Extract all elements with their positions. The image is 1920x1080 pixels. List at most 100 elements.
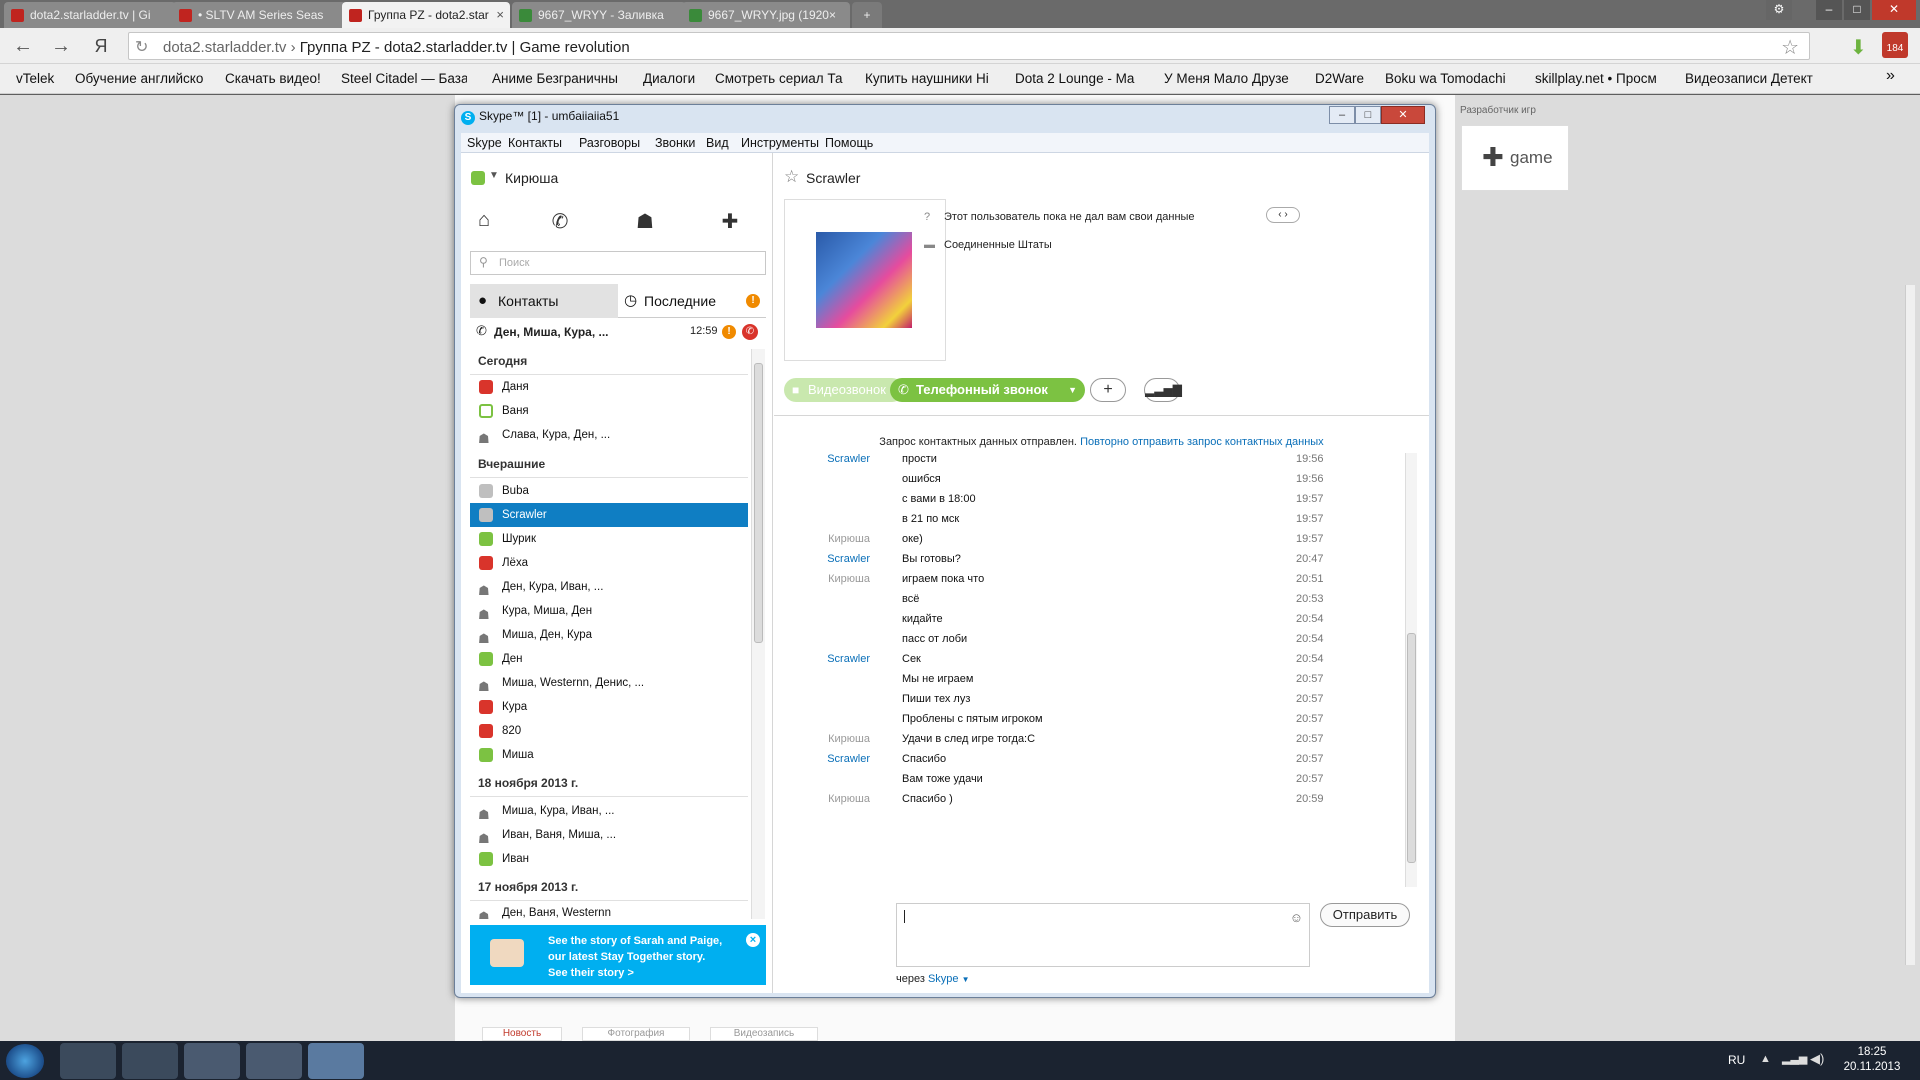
start-button[interactable] (6, 1044, 44, 1078)
scrollbar-thumb[interactable] (1407, 633, 1416, 863)
list-item[interactable]: ☗ Кура, Миша, Ден (470, 599, 748, 623)
favorite-star-icon[interactable]: ☆ (784, 167, 799, 187)
explorer-folder-icon[interactable] (60, 1043, 116, 1079)
bookmarks-overflow-icon[interactable]: » (1886, 67, 1906, 85)
skype-maximize-button[interactable]: □ (1355, 106, 1381, 124)
chevron-down-icon[interactable]: ▼ (962, 975, 970, 984)
bookmark-item[interactable]: Обучение английско (75, 71, 205, 86)
chat-scrollbar[interactable] (1405, 453, 1417, 887)
list-item[interactable]: ☗ Иван, Ваня, Миша, ... (470, 823, 748, 847)
profile-nav-arrows[interactable]: ‹ › (1266, 207, 1300, 223)
skype-taskbar-icon[interactable] (308, 1043, 364, 1079)
forward-arrow-icon[interactable]: → (48, 34, 74, 58)
close-window-button[interactable]: ✕ (1872, 0, 1916, 20)
bookmark-item[interactable]: Аниме Безграничны (492, 71, 620, 86)
message-sender[interactable]: Scrawler (774, 453, 870, 465)
home-icon[interactable]: ⌂ (469, 209, 499, 232)
page-tab-news[interactable]: Новость (482, 1027, 562, 1041)
add-contact-icon[interactable]: ✚ (715, 209, 745, 234)
message-sender[interactable]: Кирюша (774, 533, 870, 545)
system-clock[interactable]: 18:25 20.11.2013 (1840, 1045, 1904, 1075)
resend-request-link[interactable]: Повторно отправить запрос контактных дан… (1080, 436, 1324, 448)
chevron-down-icon[interactable]: ▼ (1068, 378, 1077, 402)
minimize-button[interactable]: – (1816, 0, 1842, 20)
list-item[interactable]: Ваня (470, 399, 748, 423)
message-sender[interactable]: Кирюша (774, 733, 870, 745)
my-profile-name[interactable]: Кирюша (505, 170, 558, 186)
scrollbar-thumb[interactable] (754, 363, 763, 643)
status-chevron-down-icon[interactable]: ▼ (489, 170, 499, 181)
bookmark-item[interactable]: Boku wa Tomodachi (1385, 71, 1513, 86)
bookmark-item[interactable]: Скачать видео! (225, 71, 330, 86)
bookmark-item[interactable]: Смотреть сериал Та (715, 71, 845, 86)
search-input[interactable]: ⚲ Поиск (470, 251, 766, 275)
tab-contacts[interactable]: ● Контакты (470, 284, 618, 318)
developer-card[interactable]: ✚ game (1461, 125, 1569, 191)
list-item[interactable]: Лёха (470, 551, 748, 575)
active-call-row[interactable]: ✆ Ден, Миша, Кура, ... 12:59 ! ✆ (470, 318, 766, 346)
browser-tab[interactable]: 9667_WRYY - Заливка (512, 2, 686, 28)
settings-gear-icon[interactable]: ⚙ (1766, 0, 1792, 20)
list-item[interactable]: Ден (470, 647, 748, 671)
bookmark-item[interactable]: Видеозаписи Детект (1685, 71, 1817, 86)
list-item[interactable]: Buba (470, 479, 748, 503)
list-item[interactable]: ☗ Ден, Кура, Иван, ... (470, 575, 748, 599)
phone-icon[interactable]: ✆ (545, 209, 575, 234)
phone-call-button[interactable]: ✆ Телефонный звонок ▼ (890, 378, 1085, 402)
bookmark-item[interactable]: skillplay.net • Просм (1535, 71, 1665, 86)
reload-icon[interactable]: ↻ (135, 37, 148, 57)
bookmark-item[interactable]: D2Ware (1315, 71, 1371, 86)
page-scrollbar[interactable] (1905, 285, 1915, 965)
dota2-icon[interactable] (246, 1043, 302, 1079)
send-button[interactable]: Отправить (1320, 903, 1410, 927)
menu-skype[interactable]: Skype (467, 136, 502, 150)
tray-expand-icon[interactable]: ▲ (1760, 1053, 1771, 1065)
bookmark-item[interactable]: Steel Citadel — База (341, 71, 467, 86)
message-sender[interactable]: Scrawler (774, 653, 870, 665)
skype-close-button[interactable]: ✕ (1381, 106, 1425, 124)
media-player-icon[interactable] (122, 1043, 178, 1079)
menu-contacts[interactable]: Контакты (508, 136, 562, 150)
list-item[interactable]: ☗ Миша, Кура, Иван, ... (470, 799, 748, 823)
menu-help[interactable]: Помощь (825, 136, 873, 150)
contacts-scrollbar[interactable] (751, 349, 765, 919)
add-to-call-button[interactable]: + (1090, 378, 1126, 402)
profile-picture[interactable] (816, 232, 912, 328)
list-item[interactable]: Шурик (470, 527, 748, 551)
browser-tab[interactable]: dota2.starladder.tv | Gi (4, 2, 176, 28)
video-call-button[interactable]: ■ Видеозвонок (784, 378, 904, 402)
skype-minimize-button[interactable]: – (1329, 106, 1355, 124)
bookmark-item[interactable]: Купить наушники Hi (865, 71, 993, 86)
maximize-button[interactable]: □ (1844, 0, 1870, 20)
menu-view[interactable]: Вид (706, 136, 729, 150)
call-quality-button[interactable]: ▂▃▅▇ (1144, 378, 1182, 402)
my-status-icon[interactable] (471, 171, 485, 185)
page-tab-photo[interactable]: Фотография (582, 1027, 690, 1041)
extension-badge-icon[interactable]: 184 (1882, 32, 1908, 58)
address-bar[interactable]: ↻ dota2.starladder.tv › Группа PZ - dota… (128, 32, 1810, 60)
bookmark-star-icon[interactable]: ☆ (1781, 35, 1799, 60)
list-item-selected[interactable]: Scrawler (470, 503, 748, 527)
list-item[interactable]: ☗ Слава, Кура, Ден, ... (470, 423, 748, 447)
list-item[interactable]: ☗ Миша, Ден, Кура (470, 623, 748, 647)
browser-tab[interactable]: • SLTV AM Series Seas (172, 2, 346, 28)
emoticon-icon[interactable]: ☺ (1290, 910, 1303, 925)
list-item[interactable]: ☗ Миша, Westernn, Денис, ... (470, 671, 748, 695)
new-tab-button[interactable]: + (852, 2, 882, 28)
page-tab-video[interactable]: Видеозапись (710, 1027, 818, 1041)
message-sender[interactable]: Scrawler (774, 553, 870, 565)
list-item[interactable]: ☗ Ден, Ваня, Westernn (470, 901, 748, 919)
message-sender[interactable]: Кирюша (774, 793, 870, 805)
menu-tools[interactable]: Инструменты (741, 136, 819, 150)
group-icon[interactable]: ☗ (630, 209, 660, 234)
via-skype-dropdown[interactable]: Skype (928, 973, 959, 985)
hang-up-icon[interactable]: ✆ (742, 324, 758, 340)
message-input[interactable]: ☺ (896, 903, 1310, 967)
promo-banner[interactable]: See the story of Sarah and Paige, our la… (470, 925, 766, 985)
menu-conversations[interactable]: Разговоры (579, 136, 640, 150)
browser-tab[interactable]: 9667_WRYY.jpg (1920× (682, 2, 850, 28)
yandex-browser-icon[interactable] (184, 1043, 240, 1079)
menu-calls[interactable]: Звонки (655, 136, 695, 150)
volume-icon[interactable]: ◀) (1810, 1051, 1824, 1067)
list-item[interactable]: 820 (470, 719, 748, 743)
